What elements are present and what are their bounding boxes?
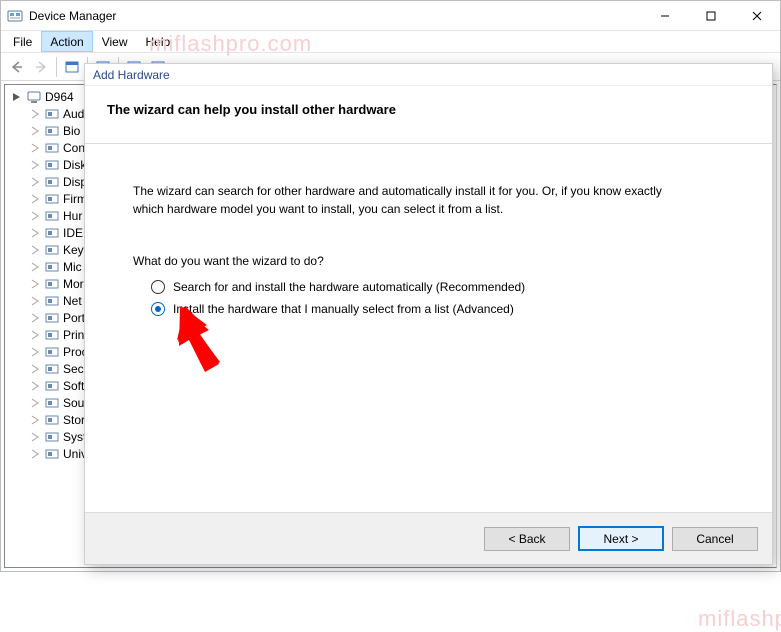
- forward-icon[interactable]: [29, 55, 53, 79]
- expand-icon[interactable]: [29, 176, 41, 188]
- firmware-icon: [44, 191, 60, 207]
- tree-root-label: D964: [45, 90, 74, 104]
- toolbar-separator: [56, 57, 57, 77]
- port-icon: [44, 310, 60, 326]
- tree-item-label: Sou: [63, 396, 84, 410]
- add-hardware-dialog: Add Hardware The wizard can help you ins…: [84, 63, 773, 565]
- radio-icon: [151, 280, 165, 294]
- expand-icon[interactable]: [29, 312, 41, 324]
- expand-icon[interactable]: [29, 448, 41, 460]
- biometric-icon: [44, 123, 60, 139]
- tree-item-label: Mic: [63, 260, 82, 274]
- software-icon: [44, 378, 60, 394]
- window-controls: [642, 1, 780, 30]
- expand-icon[interactable]: [29, 380, 41, 392]
- monitor-icon: [44, 276, 60, 292]
- menu-view[interactable]: View: [93, 31, 137, 52]
- titlebar: Device Manager: [1, 1, 780, 31]
- radio-label-manual: Install the hardware that I manually sel…: [173, 302, 514, 316]
- tree-item-label: Mor: [63, 277, 84, 291]
- disk-icon: [44, 157, 60, 173]
- cancel-button[interactable]: Cancel: [672, 527, 758, 551]
- menu-file[interactable]: File: [4, 31, 41, 52]
- tree-item-label: Stor: [63, 413, 85, 427]
- dialog-intro-text: The wizard can search for other hardware…: [133, 182, 673, 218]
- close-button[interactable]: [734, 1, 780, 30]
- display-icon: [44, 174, 60, 190]
- radio-icon: [151, 302, 165, 316]
- window-title: Device Manager: [29, 9, 116, 23]
- processor-icon: [44, 344, 60, 360]
- computer-icon: [44, 140, 60, 156]
- tree-item-label: Net: [63, 294, 82, 308]
- expand-icon[interactable]: [29, 329, 41, 341]
- show-hidden-icon[interactable]: [60, 55, 84, 79]
- sound-icon: [44, 395, 60, 411]
- menubar: File Action View Help: [1, 31, 780, 53]
- dialog-title: Add Hardware: [85, 64, 772, 86]
- dialog-body: The wizard can search for other hardware…: [85, 144, 772, 512]
- computer-icon: [26, 89, 42, 105]
- radio-label-auto: Search for and install the hardware auto…: [173, 280, 525, 294]
- tree-item-label: Keyl: [63, 243, 86, 257]
- ide-icon: [44, 225, 60, 241]
- dialog-header: The wizard can help you install other ha…: [85, 86, 772, 144]
- tree-item-label: Disk: [63, 158, 86, 172]
- tree-item-label: Hur: [63, 209, 82, 223]
- expand-icon[interactable]: [29, 159, 41, 171]
- expand-icon[interactable]: [29, 142, 41, 154]
- expand-icon[interactable]: [29, 108, 41, 120]
- menu-help[interactable]: Help: [137, 31, 180, 52]
- storage-icon: [44, 412, 60, 428]
- expand-icon[interactable]: [29, 210, 41, 222]
- tree-item-label: Con: [63, 141, 85, 155]
- dialog-footer: < Back Next > Cancel: [85, 512, 772, 564]
- expand-icon[interactable]: [29, 414, 41, 426]
- mouse-icon: [44, 259, 60, 275]
- expand-icon[interactable]: [29, 431, 41, 443]
- watermark: miflashpro.com: [698, 606, 781, 632]
- expand-icon[interactable]: [29, 346, 41, 358]
- maximize-button[interactable]: [688, 1, 734, 30]
- audio-icon: [44, 106, 60, 122]
- dialog-heading: The wizard can help you install other ha…: [107, 102, 750, 117]
- tree-item-label: IDE: [63, 226, 83, 240]
- hid-icon: [44, 208, 60, 224]
- collapse-icon[interactable]: [11, 91, 23, 103]
- expand-icon[interactable]: [29, 295, 41, 307]
- expand-icon[interactable]: [29, 244, 41, 256]
- app-icon: [7, 8, 23, 24]
- network-icon: [44, 293, 60, 309]
- printer-icon: [44, 327, 60, 343]
- security-icon: [44, 361, 60, 377]
- next-button[interactable]: Next >: [578, 526, 664, 551]
- expand-icon[interactable]: [29, 363, 41, 375]
- dialog-prompt: What do you want the wizard to do?: [133, 254, 724, 268]
- tree-item-label: Soft: [63, 379, 84, 393]
- tree-item-label: Syst: [63, 430, 86, 444]
- expand-icon[interactable]: [29, 193, 41, 205]
- tree-item-label: Bio: [63, 124, 80, 138]
- tree-item-label: Aud: [63, 107, 84, 121]
- expand-icon[interactable]: [29, 278, 41, 290]
- system-icon: [44, 429, 60, 445]
- radio-option-manual[interactable]: Install the hardware that I manually sel…: [133, 302, 724, 316]
- minimize-button[interactable]: [642, 1, 688, 30]
- keyboard-icon: [44, 242, 60, 258]
- expand-icon[interactable]: [29, 227, 41, 239]
- expand-icon[interactable]: [29, 125, 41, 137]
- back-button[interactable]: < Back: [484, 527, 570, 551]
- tree-item-label: Port: [63, 311, 85, 325]
- radio-option-auto[interactable]: Search for and install the hardware auto…: [133, 280, 724, 294]
- tree-item-label: Prin: [63, 328, 84, 342]
- expand-icon[interactable]: [29, 261, 41, 273]
- menu-action[interactable]: Action: [41, 31, 92, 52]
- expand-icon[interactable]: [29, 397, 41, 409]
- usb-icon: [44, 446, 60, 462]
- back-icon[interactable]: [5, 55, 29, 79]
